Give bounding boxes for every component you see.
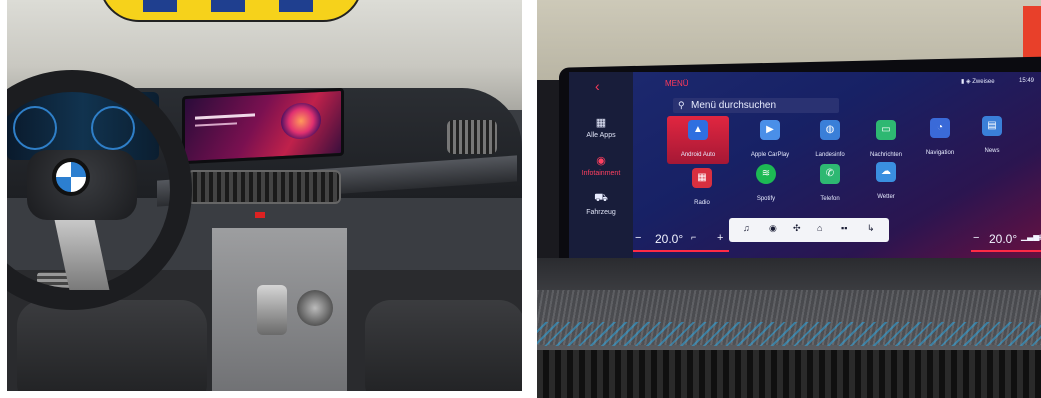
weather-icon: ☁ [876,162,896,182]
media-icon: ◉ [596,155,606,167]
search-icon: ⚲ [678,100,685,110]
grid-icon: ▦ [595,117,607,129]
dealer-sign [99,0,363,22]
app-wetter[interactable]: ☁ Wetter [855,162,917,203]
globe-icon: ◍ [820,120,840,140]
right-temp-plus-button[interactable]: + [1037,232,1041,244]
bmw-logo [52,158,90,196]
right-temp-minus-button[interactable]: − [973,232,979,244]
left-temp-plus-button[interactable]: + [717,232,723,244]
app-apple-carplay[interactable]: ▶ Apple CarPlay [739,120,801,161]
radio-icon: ▦ [692,168,712,188]
infotainment-screen: ‹ ▦ Alle Apps ◉ Infotainment ⛟ Fahrzeug … [569,72,1041,258]
idrive-controller [297,290,333,326]
passenger-seat [365,300,522,391]
left-temp-minus-button[interactable]: − [635,232,641,244]
search-input[interactable]: ⚲ Menü durchsuchen [673,98,839,113]
home-icon[interactable]: ⌂ [817,223,822,233]
gear-selector [257,285,287,335]
status-time: 15:49 [1019,78,1035,84]
phone-icon: ✆ [820,164,840,184]
music-icon[interactable]: ♫ [743,223,750,233]
android-auto-icon: ▲ [688,120,708,140]
cockpit-photo [7,0,522,391]
car-icon: ⛟ [594,192,608,204]
navigation-icon: ◔ [930,118,950,138]
app-android-auto[interactable]: ▲ Android Auto [667,116,729,164]
seat-heating-icon[interactable]: ⌐ [691,232,696,242]
phone-icon[interactable]: ↳ [867,223,875,234]
center-air-vent [537,350,1041,398]
app-news[interactable]: ▤ News [961,116,1023,157]
back-button[interactable]: ‹ [595,78,600,94]
app-radio[interactable]: ▦ Radio [671,168,733,209]
sidebar-item-fahrzeug[interactable]: ⛟ Fahrzeug [569,192,633,216]
media-icon[interactable]: ◉ [769,223,777,234]
left-temp-indicator [633,250,729,252]
infotainment-screen-small [182,87,344,165]
driver-seat [17,300,207,391]
hazard-button [255,212,265,218]
right-temp-value: 20.0° [989,232,1018,246]
page-title: MENÜ [665,79,689,88]
app-spotify[interactable]: ≋ Spotify [735,164,797,205]
app-telefon[interactable]: ✆ Telefon [799,164,861,205]
infotainment-photo: ‹ ▦ Alle Apps ◉ Infotainment ⛟ Fahrzeug … [537,0,1041,398]
carplay-icon: ▶ [760,120,780,140]
fan-icon[interactable]: ✣ [793,223,801,234]
apps-icon[interactable]: ▪▪ [841,223,847,233]
center-air-vent [187,170,341,204]
app-nachrichten[interactable]: ▭ Nachrichten [855,120,917,161]
sidebar-item-alle-apps[interactable]: ▦ Alle Apps [569,116,633,139]
spotify-icon: ≋ [756,164,776,184]
news-icon: ▤ [982,116,1002,136]
right-temp-indicator [971,250,1041,252]
side-air-vent [447,120,497,154]
status-location: ▮ ◈ Zweisee [961,79,995,85]
sidebar-item-infotainment[interactable]: ◉ Infotainment [569,154,633,177]
status-icons: ▮ ◈ [961,79,973,85]
left-temp-value: 20.0° [655,232,684,246]
dock: ♫ ◉ ✣ ⌂ ▪▪ ↳ [729,218,889,242]
message-icon: ▭ [876,120,896,140]
ambient-light-strip [537,322,1041,346]
album-art [281,101,321,141]
app-landesinfo[interactable]: ◍ Landesinfo [799,120,861,161]
